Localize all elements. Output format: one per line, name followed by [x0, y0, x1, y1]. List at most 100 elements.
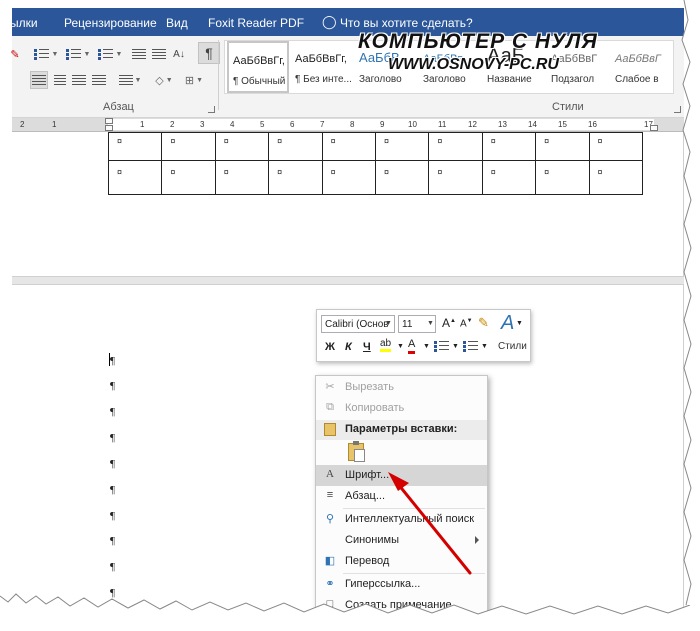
- bold-button[interactable]: Ж: [325, 341, 335, 353]
- table-cell[interactable]: ¤: [268, 132, 323, 161]
- multilevel-list-button[interactable]: ▼: [96, 45, 124, 63]
- table-cell[interactable]: ¤: [321, 132, 376, 161]
- shading-button[interactable]: ◇ ▼: [150, 71, 178, 89]
- table-cell[interactable]: ¤: [428, 132, 483, 161]
- horizontal-ruler[interactable]: 2 1 1 2 3 4 5 6 7 8 9 10 11 12 13 14 15 …: [12, 118, 684, 132]
- sort-button[interactable]: A↓: [170, 45, 188, 63]
- justify-button[interactable]: [90, 71, 108, 89]
- increase-indent-button[interactable]: [150, 45, 168, 63]
- menu-item-hyperlink[interactable]: ⚭ Гиперссылка...: [316, 574, 487, 595]
- highlight-color-icon[interactable]: ab: [380, 338, 392, 352]
- menu-item-label: Гиперссылка...: [345, 578, 421, 590]
- shrink-font-icon[interactable]: A▼: [460, 318, 473, 329]
- ruler-number: 2: [170, 120, 175, 129]
- menu-item-new-comment[interactable]: □ Создать примечание: [316, 595, 487, 616]
- chevron-down-icon[interactable]: ▼: [516, 320, 523, 327]
- decrease-indent-button[interactable]: [130, 45, 148, 63]
- style-name: ¶ Без инте...: [295, 74, 352, 85]
- show-formatting-button[interactable]: ¶: [198, 42, 220, 64]
- page-edge: [683, 132, 684, 627]
- paragraph-mark: ¶: [110, 355, 115, 367]
- highlight-icon[interactable]: ✎: [10, 45, 20, 63]
- borders-button[interactable]: ⊞ ▼: [180, 71, 208, 89]
- table-cell[interactable]: ¤: [374, 160, 430, 195]
- table-cell[interactable]: ¤: [268, 160, 323, 195]
- context-menu: ✂ Вырезать ⧉ Копировать Параметры вставк…: [315, 375, 488, 621]
- menu-item-translate[interactable]: ◧ Перевод: [316, 551, 487, 572]
- table-cell[interactable]: ¤: [428, 160, 483, 195]
- multilevel-list-icon: [97, 48, 114, 60]
- font-color-button[interactable]: А: [408, 338, 416, 354]
- paragraph-mark: ¶: [110, 380, 115, 392]
- grow-font-icon[interactable]: A▲: [442, 316, 456, 330]
- chevron-down-icon[interactable]: ▼: [481, 343, 488, 350]
- underline-button[interactable]: Ч: [363, 341, 371, 353]
- table-cell[interactable]: ¤: [588, 160, 644, 195]
- line-spacing-button[interactable]: ▼: [116, 71, 144, 89]
- table-cell[interactable]: ¤: [481, 132, 537, 161]
- tab-view[interactable]: Вид: [166, 16, 188, 30]
- align-right-button[interactable]: [70, 71, 88, 89]
- paragraph-dialog-launcher[interactable]: [208, 106, 215, 113]
- menu-item-synonyms[interactable]: Синонимы: [316, 530, 487, 551]
- styles-label[interactable]: Стили: [498, 341, 527, 352]
- menu-item-paragraph[interactable]: ≡ Абзац...: [316, 486, 487, 507]
- ruler-number: 5: [260, 120, 265, 129]
- table-cell[interactable]: ¤: [161, 160, 216, 195]
- chevron-down-icon[interactable]: ▼: [385, 320, 392, 327]
- menu-item-label: Создать примечание: [345, 599, 452, 611]
- table-cell[interactable]: ¤: [481, 160, 537, 195]
- tab-mailings[interactable]: ылки: [10, 16, 38, 30]
- align-left-button[interactable]: [30, 71, 48, 89]
- paragraph-mark: ¶: [110, 432, 115, 444]
- chevron-down-icon[interactable]: ▼: [452, 343, 459, 350]
- table-cell[interactable]: ¤: [535, 132, 590, 161]
- bullets-button[interactable]: ▼: [32, 45, 60, 63]
- ruler-number: 10: [408, 120, 417, 129]
- table-cell[interactable]: ¤: [535, 160, 590, 195]
- numbering-button[interactable]: ▼: [64, 45, 92, 63]
- align-center-button[interactable]: [50, 71, 68, 89]
- italic-button[interactable]: К: [345, 341, 352, 353]
- menu-item-label: Интеллектуальный поиск: [345, 513, 475, 525]
- table-cell[interactable]: ¤: [588, 132, 644, 161]
- table-row: ¤ ¤ ¤ ¤ ¤ ¤ ¤ ¤ ¤ ¤: [107, 132, 644, 161]
- line-spacing-icon: [118, 75, 133, 85]
- paste-keep-text-only-icon[interactable]: [348, 441, 365, 462]
- styles-icon[interactable]: A: [501, 312, 514, 335]
- watermark-url: WWW.OSNOVY-PC.RU: [388, 56, 559, 73]
- first-line-indent-marker[interactable]: [105, 118, 113, 124]
- document-table[interactable]: ¤ ¤ ¤ ¤ ¤ ¤ ¤ ¤ ¤ ¤ ¤ ¤ ¤ ¤ ¤ ¤ ¤ ¤ ¤ ¤: [107, 132, 644, 195]
- table-cell[interactable]: ¤: [107, 160, 163, 195]
- copy-icon: ⧉: [326, 401, 334, 413]
- table-cell[interactable]: ¤: [214, 132, 270, 161]
- font-name-field[interactable]: Calibri (Основ: [321, 315, 395, 333]
- chevron-down-icon[interactable]: ▼: [397, 343, 404, 350]
- menu-item-cut[interactable]: ✂ Вырезать: [316, 377, 487, 398]
- menu-item-copy[interactable]: ⧉ Копировать: [316, 398, 487, 419]
- chevron-down-icon[interactable]: ▼: [423, 343, 430, 350]
- tab-review[interactable]: Рецензирование: [64, 16, 157, 30]
- ruler-number: 11: [438, 120, 447, 129]
- paragraph-mark: ¶: [110, 484, 115, 496]
- chevron-down-icon[interactable]: ▼: [427, 320, 434, 327]
- right-indent-marker[interactable]: [650, 125, 658, 131]
- table-cell[interactable]: ¤: [161, 132, 216, 161]
- style-no-spacing[interactable]: АаБбВвГг, ¶ Без инте...: [291, 41, 353, 93]
- tell-me-box[interactable]: Что вы хотите сделать?: [340, 16, 473, 30]
- ruler-number: 1: [52, 120, 57, 129]
- style-sample: АаБбВвГ: [615, 53, 661, 65]
- table-cell[interactable]: ¤: [374, 132, 430, 161]
- table-cell[interactable]: ¤: [107, 132, 163, 161]
- styles-dialog-launcher[interactable]: [674, 106, 681, 113]
- menu-item-font[interactable]: A Шрифт...: [316, 465, 487, 486]
- style-normal[interactable]: АаБбВвГг, ¶ Обычный: [227, 41, 289, 93]
- table-cell[interactable]: ¤: [321, 160, 376, 195]
- menu-item-smart-lookup[interactable]: ⚲ Интеллектуальный поиск: [316, 509, 487, 530]
- format-painter-icon[interactable]: ✎: [478, 315, 489, 331]
- table-cell[interactable]: ¤: [214, 160, 270, 195]
- left-indent-marker[interactable]: [105, 125, 113, 131]
- style-subtle-emphasis[interactable]: АаБбВвГ Слабое в: [611, 41, 673, 93]
- tab-foxit-reader-pdf[interactable]: Foxit Reader PDF: [208, 16, 304, 30]
- menu-item-label: Вырезать: [345, 381, 394, 393]
